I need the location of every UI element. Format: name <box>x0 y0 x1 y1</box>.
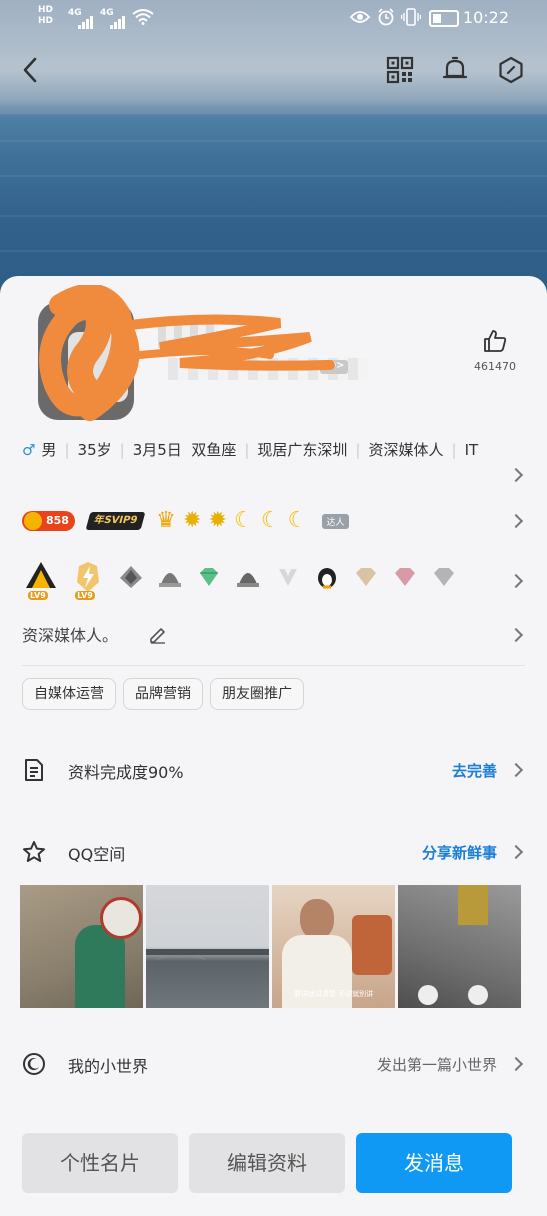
clock: 10:22 <box>462 8 509 27</box>
gender: 男 <box>41 441 57 459</box>
video-caption: 要讲就讲清楚 不讲就别讲 <box>293 990 374 998</box>
gray-hat-icon <box>237 573 260 587</box>
moon-icon: ☾ <box>234 508 254 533</box>
hd-indicator: HD HD <box>38 5 54 26</box>
likes-counter[interactable]: 461470 <box>468 328 522 373</box>
crown-icon: ♛ <box>156 508 176 533</box>
penguin-level-icon: LV9 <box>24 560 58 600</box>
wave <box>0 140 547 142</box>
likes-count: 461470 <box>474 360 516 373</box>
bio-text[interactable]: 资深媒体人。 <box>22 622 118 646</box>
wifi-icon <box>132 9 154 25</box>
divider <box>22 665 525 666</box>
send-message-button[interactable]: 发消息 <box>356 1133 512 1193</box>
occupation: 资深媒体人 <box>368 441 444 459</box>
document-icon <box>25 759 43 781</box>
signal-icon <box>78 10 94 29</box>
chevron-right-icon <box>508 844 524 860</box>
photo-thumbnail[interactable] <box>146 885 269 1008</box>
small-world-row[interactable]: 我的小世界 发出第一篇小世界 <box>0 1044 547 1084</box>
completeness-label: 资料完成度90% <box>68 763 184 782</box>
alarm-icon <box>378 8 394 26</box>
photo-thumbnail[interactable] <box>398 885 521 1008</box>
green-diamond-icon <box>200 568 219 586</box>
birthday: 3月5日 <box>132 441 182 459</box>
share-update-link[interactable]: 分享新鲜事 <box>422 842 497 863</box>
profile-completeness-row[interactable]: 资料完成度90% 去完善 <box>0 750 547 790</box>
profile-info-line[interactable]: ♂ 男 | 35岁 | 3月5日 双鱼座 | 现居广东深圳 | 资深媒体人 | IT <box>22 436 482 464</box>
qr-code-icon[interactable] <box>386 56 414 84</box>
daren-badge: 达人 <box>322 513 349 529</box>
tag-item[interactable]: 品牌营销 <box>123 678 203 710</box>
achievement-icons-row[interactable]: LV9 LV9 <box>24 560 465 604</box>
edit-pencil-icon[interactable] <box>148 624 168 644</box>
photo-thumbnail[interactable] <box>20 885 143 1008</box>
back-arrow-icon[interactable] <box>20 56 42 84</box>
interest-tags: 自媒体运营 品牌营销 朋友圈推广 <box>22 678 311 710</box>
gray-shield-icon <box>120 566 143 588</box>
coin-badge: 858 <box>22 511 75 531</box>
silver-diamond-icon <box>433 568 454 586</box>
tag-item[interactable]: 自媒体运营 <box>22 678 116 710</box>
horizon-line <box>0 108 547 114</box>
qzone-label: QQ空间 <box>68 845 126 864</box>
eye-icon <box>350 11 370 23</box>
penguin-icon <box>317 568 336 589</box>
moon-circle-icon <box>23 1053 45 1075</box>
chevron-right-icon <box>508 762 524 778</box>
moon-icon: ☾ <box>287 508 308 533</box>
male-icon: ♂ <box>22 441 36 459</box>
white-collar-icon <box>278 569 297 586</box>
qzone-photos: 要讲就讲清楚 不讲就别讲 <box>20 885 522 1008</box>
wave <box>0 215 547 217</box>
status-bar: HD HD 4G 4G 10:22 <box>0 0 547 36</box>
sun-icon: ✹ <box>208 508 227 533</box>
beige-diamond-icon <box>355 568 376 586</box>
gray-hat-icon <box>159 573 182 587</box>
pink-diamond-icon <box>394 568 415 586</box>
hexagon-settings-icon[interactable] <box>497 56 525 84</box>
signal-icon <box>110 10 126 29</box>
age: 35岁 <box>77 441 112 459</box>
tag-item[interactable]: 朋友圈推广 <box>210 678 304 710</box>
vibrate-icon <box>401 8 421 26</box>
battery-icon <box>429 10 459 27</box>
small-world-label: 我的小世界 <box>68 1057 149 1076</box>
industry: IT <box>464 441 479 459</box>
star-icon <box>23 841 45 862</box>
edit-profile-button[interactable]: 编辑资料 <box>189 1133 345 1193</box>
thumbs-up-icon <box>484 330 507 352</box>
sun-icon: ✹ <box>182 508 202 533</box>
moon-icon: ☾ <box>260 508 281 533</box>
lightning-level-icon: LV9 <box>71 560 105 600</box>
header-background-photo <box>0 0 547 300</box>
photo-thumbnail[interactable]: 要讲就讲清楚 不讲就别讲 <box>272 885 395 1008</box>
chevron-right-icon <box>508 1056 524 1072</box>
location: 现居广东深圳 <box>257 441 348 459</box>
complete-profile-link[interactable]: 去完善 <box>452 760 497 781</box>
svip-badge: 年SVIP9 <box>85 512 146 530</box>
qzone-row[interactable]: QQ空间 分享新鲜事 <box>0 832 547 872</box>
profile-card-button[interactable]: 个性名片 <box>22 1133 178 1193</box>
redaction-scribble <box>39 285 335 421</box>
first-post-link[interactable]: 发出第一篇小世界 <box>377 1054 497 1075</box>
badges-row[interactable]: 858 年SVIP9 ♛ ✹ ✹ ☾ ☾ ☾ 达人 <box>22 508 349 534</box>
bell-icon[interactable] <box>441 56 469 84</box>
zodiac: 双鱼座 <box>191 441 237 459</box>
wave <box>0 175 547 177</box>
wave <box>0 250 547 252</box>
